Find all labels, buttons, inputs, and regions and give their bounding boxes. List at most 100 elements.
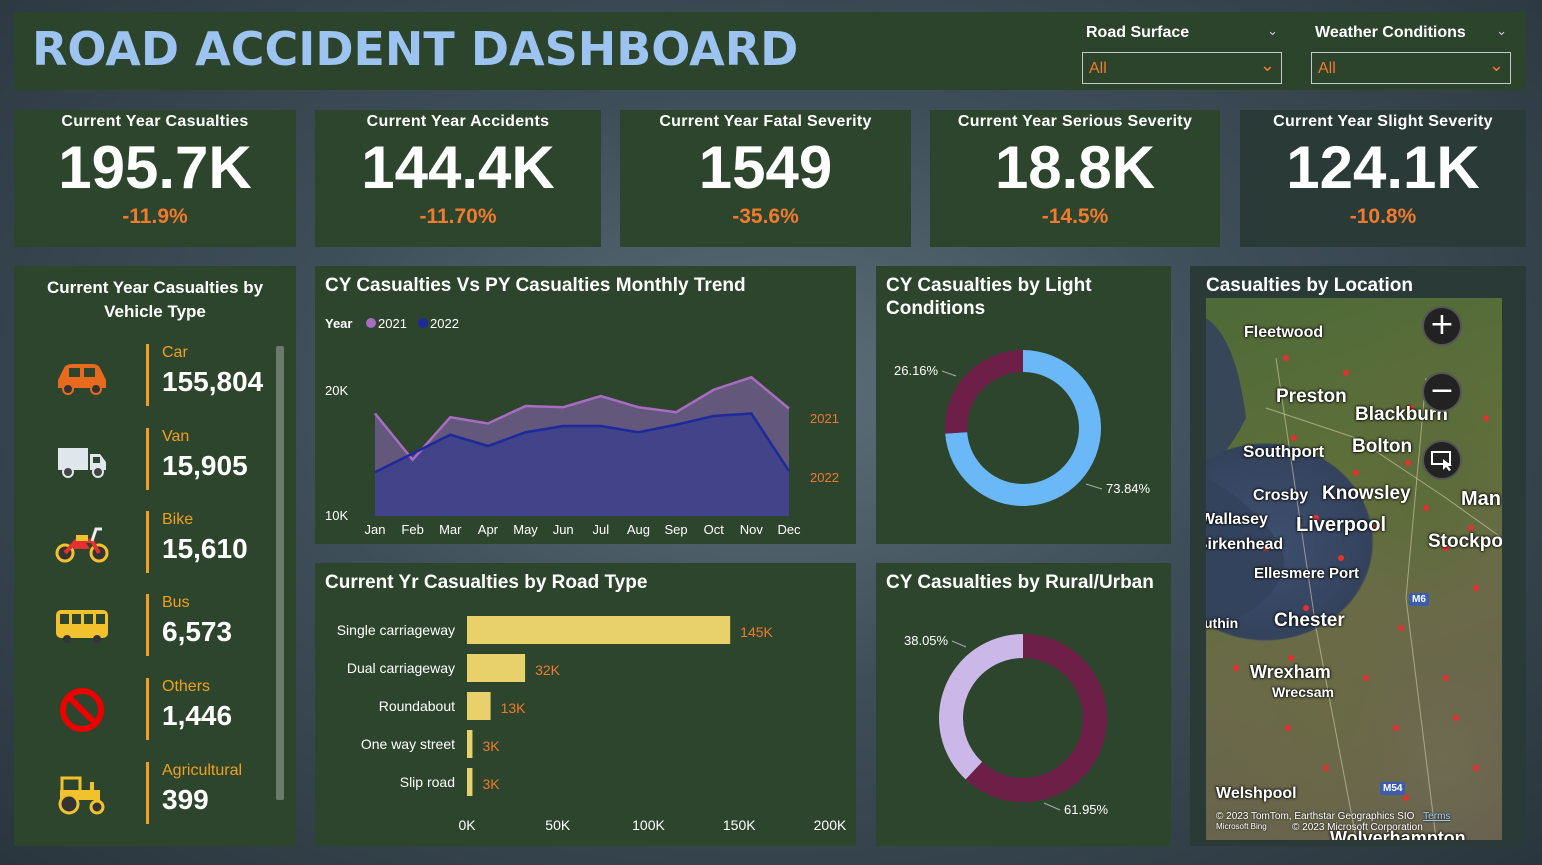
category-label: Dual carriageway [347, 660, 455, 676]
legend-label: 2021 [378, 316, 407, 331]
map-city-label: Liverpool [1296, 514, 1387, 536]
y-tick-label: 10K [325, 508, 348, 523]
vehicle-value: 15,905 [162, 450, 248, 481]
data-label: 13K [501, 700, 527, 716]
vehicle-type-panel: Current Year Casualties by Vehicle Type … [14, 266, 296, 846]
category-label: Roundabout [379, 698, 455, 714]
map-attribution-text: © 2023 TomTom, Earthstar Geographics SIO [1216, 811, 1415, 822]
weather-conditions-dropdown[interactable]: All ⌄ [1311, 52, 1511, 84]
vehicle-row-car: Car 155,804 [14, 340, 284, 410]
map-city-label: Southport [1243, 442, 1325, 461]
trend-chart: Year 2021 2022 20K 10K 2021 2022 Jan Feb Mar Apr M… [325, 316, 839, 537]
rural-urban-panel: CY Casualties by Rural/Urban 38.05% 61.9… [876, 563, 1171, 846]
map-city-label: Wrexham [1250, 662, 1331, 682]
data-label: 32K [535, 662, 561, 678]
scrollbar[interactable] [276, 346, 284, 800]
vehicle-value: 155,804 [162, 366, 264, 397]
vehicle-row-van: Van 15,905 [14, 424, 284, 494]
selection-icon [1431, 451, 1452, 471]
no-entry-icon [60, 688, 104, 732]
bar [467, 616, 731, 644]
truck-icon [58, 448, 106, 478]
x-tick-label: 200K [814, 817, 847, 833]
vehicle-name: Agricultural [162, 762, 243, 779]
motorbike-icon [55, 527, 109, 563]
motorway-shield: M6 [1409, 593, 1429, 606]
zoom-out-button[interactable]: − [1422, 372, 1462, 412]
vehicle-value: 1,446 [162, 700, 233, 731]
kpi-card-casualties: Current Year Casualties 195.7K -11.9% [14, 110, 296, 247]
x-tick-label: May [513, 522, 538, 537]
road-surface-dropdown[interactable]: All ⌄ [1082, 52, 1282, 84]
motorway-shield: M54 [1380, 782, 1406, 795]
category-label: One way street [361, 736, 455, 752]
vehicle-row-bus: Bus 6,573 [14, 590, 284, 660]
kpi-change: -35.6% [732, 205, 799, 228]
weather-conditions-label: Weather Conditions [1315, 24, 1466, 41]
x-tick-label: 50K [545, 817, 571, 833]
kpi-title: Current Year Slight Severity [1273, 113, 1493, 130]
map-city-label: Stockport [1428, 531, 1502, 552]
x-tick-label: Mar [439, 522, 462, 537]
kpi-value: 144.4K [361, 134, 555, 201]
vehicle-name: Car [162, 344, 188, 361]
bar [467, 730, 473, 758]
map-city-label: Wallasey [1206, 511, 1268, 528]
donut-slice-1 [939, 634, 1023, 780]
chevron-down-icon[interactable]: ⌄ [1260, 55, 1275, 76]
map-city-label: Welshpool [1216, 785, 1297, 802]
legend-label: 2022 [430, 316, 459, 331]
map-city-label: Chester [1274, 610, 1345, 631]
kpi-card-serious: Current Year Serious Severity 18.8K -14.… [930, 110, 1220, 247]
zoom-in-button[interactable]: + [1422, 306, 1462, 346]
bar [467, 654, 526, 682]
map-city-label: Wrecsam [1272, 684, 1335, 700]
data-label: 26.16% [894, 363, 939, 378]
vehicle-name: Others [162, 678, 211, 695]
map-city-label: Man [1461, 488, 1501, 510]
chevron-down-icon[interactable]: ⌄ [1267, 24, 1278, 39]
dashboard-title: ROAD ACCIDENT DASHBOARD [32, 22, 799, 76]
location-map-panel: Casualties by Location Fleetwood Preston… [1190, 266, 1526, 846]
road-type-panel: Current Yr Casualties by Road Type Singl… [315, 563, 856, 846]
monthly-trend-panel: CY Casualties Vs PY Casualties Monthly T… [315, 266, 856, 544]
data-label: 61.95% [1064, 802, 1109, 817]
data-label: 38.05% [904, 633, 949, 648]
data-label: 73.84% [1106, 481, 1151, 496]
legend-marker [366, 318, 376, 328]
data-label: 3K [482, 776, 500, 792]
chevron-down-icon[interactable]: ⌄ [1489, 55, 1504, 76]
kpi-card-fatal: Current Year Fatal Severity 1549 -35.6% [620, 110, 911, 247]
rural-donut-chart: 38.05% 61.95% [904, 633, 1109, 817]
vehicle-row-others: Others 1,446 [14, 674, 284, 744]
series-end-label: 2021 [810, 411, 839, 426]
data-label: 3K [482, 738, 500, 754]
map-canvas[interactable]: Fleetwood Preston Blackburn Southport Bo… [1206, 298, 1502, 840]
x-tick-label: Jul [593, 522, 610, 537]
map-city-label: Birkenhead [1206, 536, 1284, 553]
vehicle-name: Bike [162, 511, 194, 528]
kpi-change: -14.5% [1041, 205, 1109, 228]
bing-logo: Microsoft Bing [1216, 822, 1267, 831]
header-bar: ROAD ACCIDENT DASHBOARD Road Surface ⌄ A… [14, 12, 1526, 90]
kpi-change: -10.8% [1349, 205, 1417, 228]
kpi-value: 1549 [698, 134, 833, 201]
x-tick-label: Aug [627, 522, 650, 537]
select-area-button[interactable] [1422, 440, 1462, 480]
map-attribution: © 2023 TomTom, Earthstar Geographics SIO… [1216, 811, 1450, 822]
x-tick-label: Dec [777, 522, 801, 537]
light-donut-chart: 26.16% 73.84% [894, 350, 1151, 506]
map-city-label: Ellesmere Port [1254, 565, 1360, 582]
car-icon [58, 364, 106, 395]
vehicle-value: 399 [162, 784, 209, 815]
y-tick-label: 20K [325, 383, 348, 398]
chevron-down-icon[interactable]: ⌄ [1496, 24, 1507, 39]
terms-link[interactable]: Terms [1423, 811, 1450, 822]
donut-slice-1 [945, 350, 1023, 434]
x-tick-label: Nov [740, 522, 764, 537]
vehicle-value: 15,610 [162, 533, 248, 564]
map-city-label: Preston [1276, 386, 1347, 407]
kpi-card-slight: Current Year Slight Severity 124.1K -10.… [1240, 110, 1526, 247]
map-title: Casualties by Location [1206, 275, 1413, 296]
map-copyright: © 2023 Microsoft Corporation [1292, 822, 1423, 833]
